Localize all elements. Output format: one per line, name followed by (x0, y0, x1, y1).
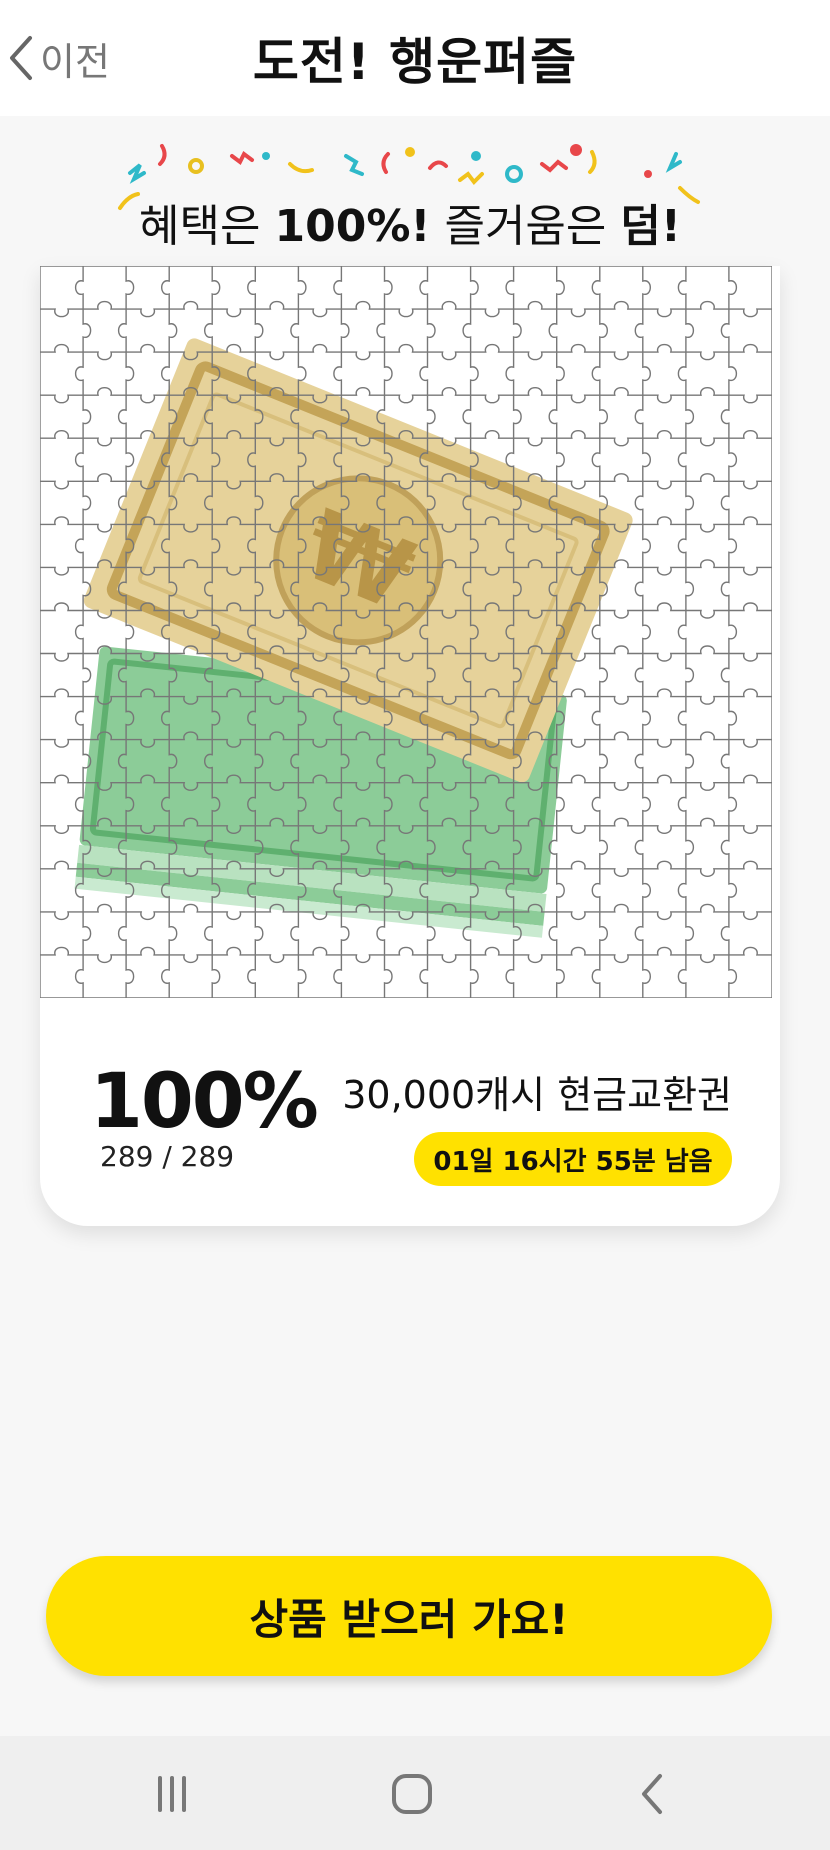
home-button[interactable] (382, 1764, 442, 1824)
system-navbar (0, 1736, 830, 1850)
prize-title: 30,000캐시 현금교환권 (342, 1073, 732, 1117)
banner-text: 혜택은 100%! 즐거움은 덤! (110, 190, 710, 254)
banner-text-bonus: 덤! (620, 201, 681, 252)
puzzle-card: ₩ 100% 289 / 289 30,000캐시 현금교환권 01일 16시간… (39, 265, 780, 1226)
time-remaining-badge: 01일 16시간 55분 남음 (414, 1132, 732, 1186)
promo-banner: 혜택은 100%! 즐거움은 덤! (110, 138, 710, 252)
claim-prize-button[interactable]: 상품 받으러 가요! (46, 1556, 772, 1676)
puzzle-image: ₩ (39, 265, 773, 999)
progress-percent: 100% (90, 1056, 319, 1145)
back-nav-icon (642, 1774, 662, 1814)
home-icon (392, 1774, 432, 1814)
banner-text-part1: 혜택은 (139, 201, 275, 252)
cash-banknotes-icon: ₩ (74, 338, 633, 938)
recent-apps-button[interactable] (142, 1764, 202, 1824)
back-nav-button[interactable] (622, 1764, 682, 1824)
page-title: 도전! 행운퍼즐 (252, 33, 578, 91)
app-header: 이전 도전! 행운퍼즐 (0, 0, 830, 116)
recent-apps-icon (158, 1776, 186, 1812)
banner-text-percent: 100%! (274, 201, 431, 252)
banner-text-part3: 즐거움은 (430, 201, 621, 252)
puzzle-board: ₩ (39, 265, 773, 999)
progress-count: 289 / 289 (100, 1140, 235, 1173)
